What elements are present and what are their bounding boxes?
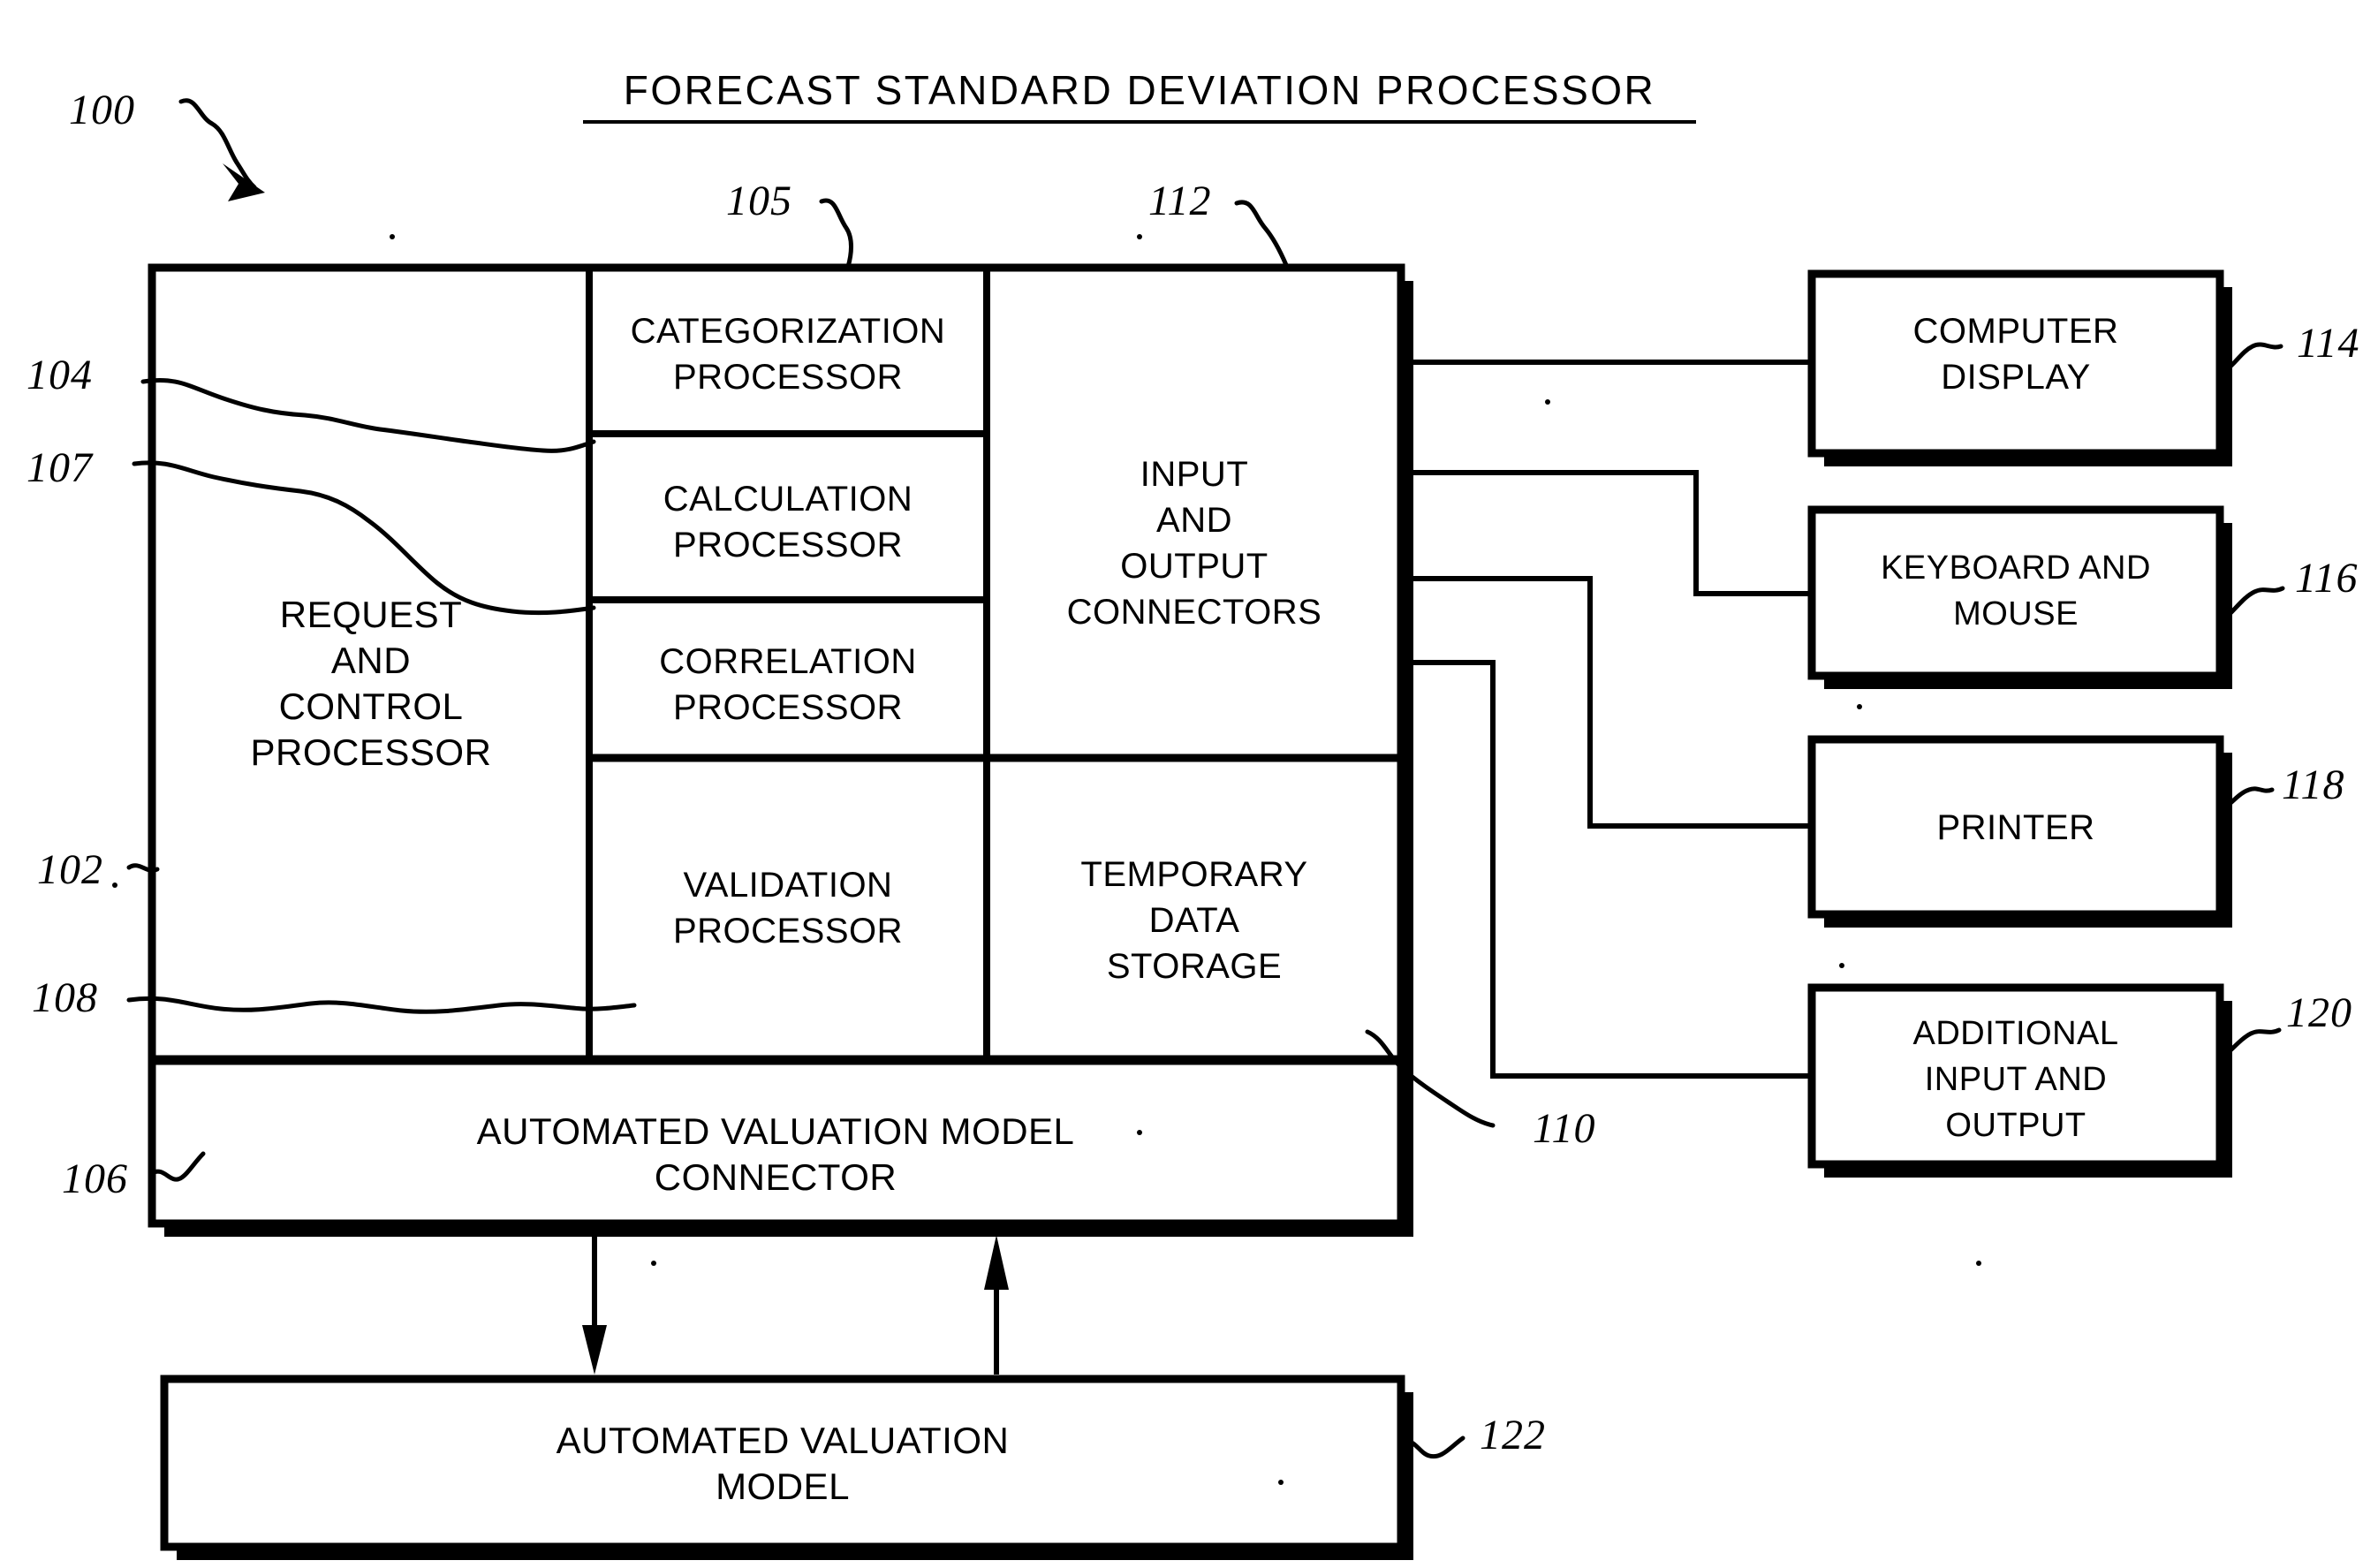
keyboard-mouse-line2: MOUSE bbox=[1953, 595, 2079, 633]
request-control-line4: PROCESSOR bbox=[251, 731, 492, 773]
arrow-down-head bbox=[582, 1325, 607, 1375]
avm-connector-line2: CONNECTOR bbox=[655, 1156, 897, 1198]
printer-line1: PRINTER bbox=[1936, 808, 2094, 847]
ref-104-label: 104 bbox=[27, 352, 93, 398]
ref-116-label: 116 bbox=[2295, 555, 2358, 602]
io-connectors-line1: INPUT bbox=[1140, 455, 1249, 494]
ref-100-arrowhead bbox=[223, 163, 265, 201]
ref-116-leader bbox=[2223, 586, 2285, 621]
temp-storage-line2: DATA bbox=[1149, 901, 1240, 940]
connector-line-keyboard-mouse bbox=[1401, 470, 1812, 596]
arrow-up-head bbox=[984, 1235, 1009, 1290]
computer-display-line2: DISPLAY bbox=[1941, 358, 2091, 397]
avm-model-line1: AUTOMATED VALUATION bbox=[557, 1420, 1010, 1461]
request-control-line3: CONTROL bbox=[279, 686, 464, 727]
ref-114-leader bbox=[2223, 342, 2283, 374]
avm-model-outline bbox=[160, 1375, 1405, 1551]
validation-line1: VALIDATION bbox=[684, 866, 893, 905]
io-connectors-line2: AND bbox=[1156, 501, 1232, 540]
ref-107-label: 107 bbox=[27, 444, 94, 491]
request-control-line1: REQUEST bbox=[280, 594, 463, 635]
ref-122-label: 122 bbox=[1480, 1412, 1546, 1458]
avm-model-line2: MODEL bbox=[716, 1466, 850, 1507]
calculation-line2: PROCESSOR bbox=[673, 526, 903, 564]
additional-io-line2: INPUT AND bbox=[1925, 1061, 2108, 1098]
additional-io-line1: ADDITIONAL bbox=[1912, 1015, 2118, 1052]
additional-io-line3: OUTPUT bbox=[1945, 1107, 2086, 1144]
ref-108-label: 108 bbox=[32, 974, 98, 1021]
external-block-keyboard-and-mouse: KEYBOARD AND MOUSE bbox=[1807, 505, 2232, 689]
patent-figure-sheet: FORECAST STANDARD DEVIATION PROCESSOR 10… bbox=[0, 0, 2378, 1568]
computer-display-line1: COMPUTER bbox=[1913, 312, 2119, 351]
ref-100-label: 100 bbox=[69, 87, 135, 133]
io-connectors-line4: CONNECTORS bbox=[1067, 593, 1322, 632]
external-block-additional-io: ADDITIONAL INPUT AND OUTPUT bbox=[1807, 983, 2232, 1178]
ref-106-label: 106 bbox=[62, 1155, 128, 1202]
temp-storage-line3: STORAGE bbox=[1107, 947, 1282, 986]
ref-120-label: 120 bbox=[2286, 989, 2352, 1036]
ref-105-leader bbox=[819, 198, 853, 269]
keyboard-mouse-outline bbox=[1807, 505, 2224, 680]
external-block-printer: PRINTER bbox=[1807, 735, 2232, 928]
ref-102-label: 102 bbox=[37, 846, 103, 893]
avm-connector-line1: AUTOMATED VALUATION MODEL bbox=[477, 1110, 1075, 1152]
ref-110-label: 110 bbox=[1533, 1105, 1595, 1152]
keyboard-mouse-line1: KEYBOARD AND bbox=[1881, 549, 2151, 587]
categorization-line1: CATEGORIZATION bbox=[631, 312, 946, 351]
external-block-computer-display: COMPUTER DISPLAY bbox=[1807, 269, 2232, 466]
figure-canvas: FORECAST STANDARD DEVIATION PROCESSOR 10… bbox=[27, 67, 2359, 1560]
ref-100-leader bbox=[178, 98, 257, 190]
request-control-line2: AND bbox=[331, 640, 411, 681]
arrow-connector-to-model bbox=[582, 1237, 607, 1375]
temp-storage-line1: TEMPORARY bbox=[1080, 855, 1307, 894]
categorization-line2: PROCESSOR bbox=[673, 358, 903, 397]
io-connectors-line3: OUTPUT bbox=[1120, 547, 1268, 586]
bottom-block-automated-valuation-model: AUTOMATED VALUATION MODEL bbox=[160, 1375, 1413, 1560]
ref-105-label: 105 bbox=[726, 178, 792, 224]
ref-112-label: 112 bbox=[1148, 178, 1211, 224]
arrow-model-to-connector bbox=[984, 1235, 1009, 1375]
ref-112-leader bbox=[1234, 200, 1289, 268]
calculation-line1: CALCULATION bbox=[663, 480, 913, 519]
figure-title: FORECAST STANDARD DEVIATION PROCESSOR bbox=[624, 67, 1656, 113]
connector-line-additional-io bbox=[1401, 660, 1812, 1079]
validation-line2: PROCESSOR bbox=[673, 912, 903, 951]
connector-line-printer bbox=[1401, 576, 1812, 829]
ref-114-label: 114 bbox=[2297, 320, 2359, 367]
ref-118-label: 118 bbox=[2282, 761, 2344, 808]
correlation-line2: PROCESSOR bbox=[673, 688, 903, 727]
correlation-line1: CORRELATION bbox=[659, 642, 916, 681]
